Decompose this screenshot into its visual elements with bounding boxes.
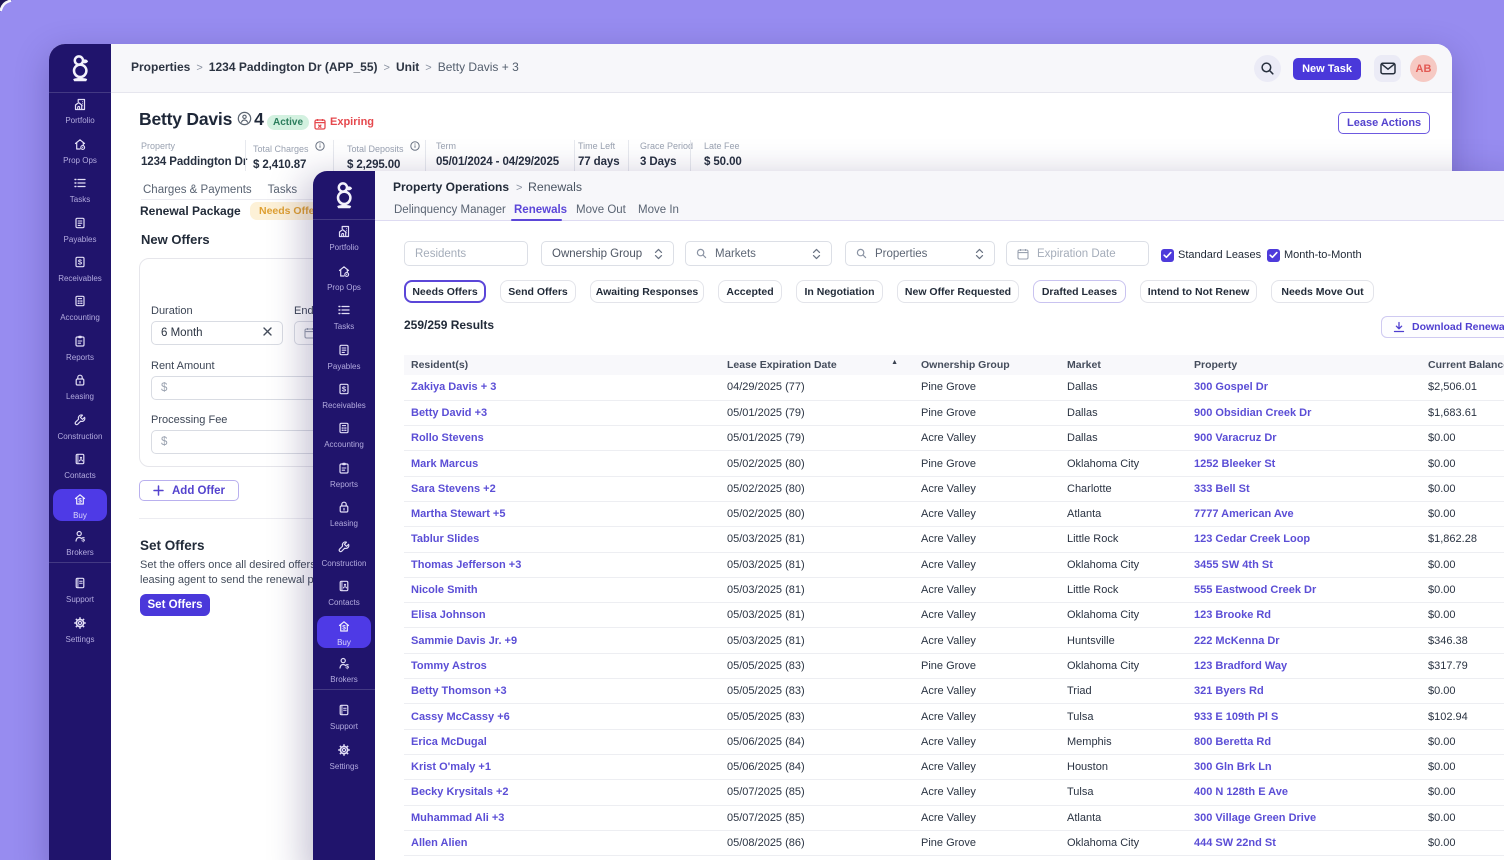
svg-text:$: $ xyxy=(342,385,347,394)
svg-text:$: $ xyxy=(78,258,83,267)
svg-text:$: $ xyxy=(81,537,85,543)
svg-text:$: $ xyxy=(78,497,82,504)
svg-text:$: $ xyxy=(345,664,349,670)
svg-text:$: $ xyxy=(342,624,346,631)
